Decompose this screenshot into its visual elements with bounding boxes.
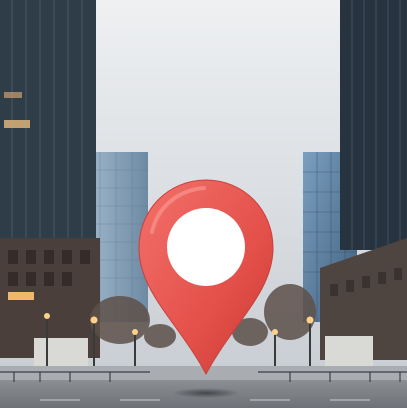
scene-illustration <box>0 0 407 408</box>
pin-hole <box>167 208 245 286</box>
pin-shadow <box>172 388 240 398</box>
tower-left <box>0 0 96 250</box>
city-street-scene <box>0 0 407 408</box>
tower-right <box>340 0 407 250</box>
